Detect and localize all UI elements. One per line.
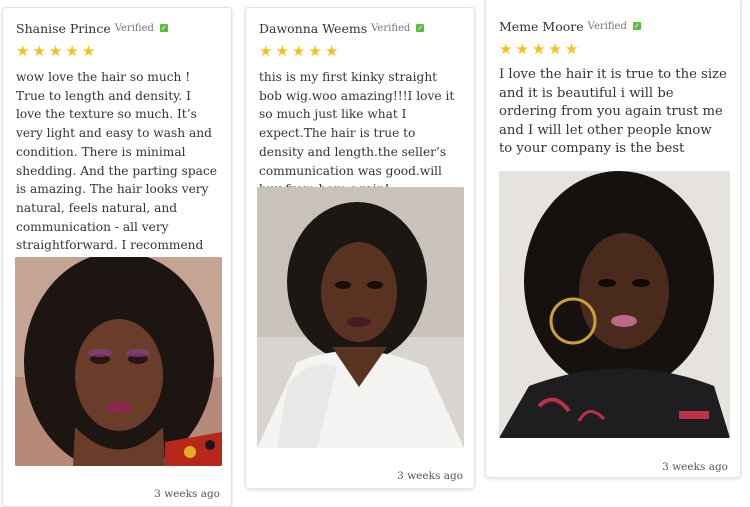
review-date: 3 weeks ago [154, 488, 220, 500]
review-photo[interactable] [15, 257, 222, 466]
review-date: 3 weeks ago [662, 461, 728, 473]
review-photo[interactable] [499, 171, 730, 438]
verified-label: Verified [587, 20, 627, 32]
verified-label: Verified [371, 22, 411, 34]
review-text: I love the hair it is true to the size a… [499, 67, 727, 156]
star-icon: ★ [499, 40, 513, 58]
star-icon: ★ [564, 40, 579, 58]
reviewer-name: Shanise Prince [16, 20, 111, 36]
review-text: wow love the hair so much ! True to leng… [16, 70, 217, 271]
star-icon: ★ [16, 42, 30, 60]
star-rating: ★ ★ ★ ★ ★ [499, 40, 728, 58]
review-date: 3 weeks ago [397, 470, 463, 482]
verified-check-icon: ✓ [632, 22, 641, 30]
review-card: Shanise Prince Verified ✓ ★ ★ ★ ★ ★ wow … [2, 7, 232, 507]
review-card: Meme Moore Verified ✓ ★ ★ ★ ★ ★ I love t… [485, 0, 741, 478]
star-icon: ★ [291, 42, 306, 60]
star-rating: ★ ★ ★ ★ ★ [259, 42, 462, 60]
star-icon: ★ [65, 42, 79, 60]
star-icon: ★ [515, 40, 529, 58]
star-icon: ★ [259, 42, 273, 60]
review-card: Dawonna Weems Verified ✓ ★ ★ ★ ★ ★ this … [245, 7, 475, 489]
reviewer-header: Dawonna Weems Verified ✓ [259, 20, 462, 36]
star-icon: ★ [531, 40, 546, 58]
verified-check-icon: ✓ [416, 24, 425, 32]
star-icon: ★ [32, 42, 46, 60]
reviewer-name: Meme Moore [499, 18, 584, 34]
verified-label: Verified [114, 22, 154, 34]
star-icon: ★ [308, 42, 322, 60]
reviewer-name: Dawonna Weems [259, 20, 368, 36]
star-icon: ★ [548, 40, 562, 58]
review-photo[interactable] [257, 187, 464, 448]
star-icon: ★ [275, 42, 289, 60]
verified-check-icon: ✓ [159, 24, 168, 32]
star-rating: ★ ★ ★ ★ ★ [16, 42, 219, 60]
reviewer-header: Shanise Prince Verified ✓ [16, 20, 219, 36]
review-text: this is my first kinky straight bob wig.… [259, 70, 455, 196]
star-icon: ★ [81, 42, 96, 60]
reviewer-header: Meme Moore Verified ✓ [499, 18, 728, 34]
star-icon: ★ [324, 42, 339, 60]
star-icon: ★ [48, 42, 63, 60]
